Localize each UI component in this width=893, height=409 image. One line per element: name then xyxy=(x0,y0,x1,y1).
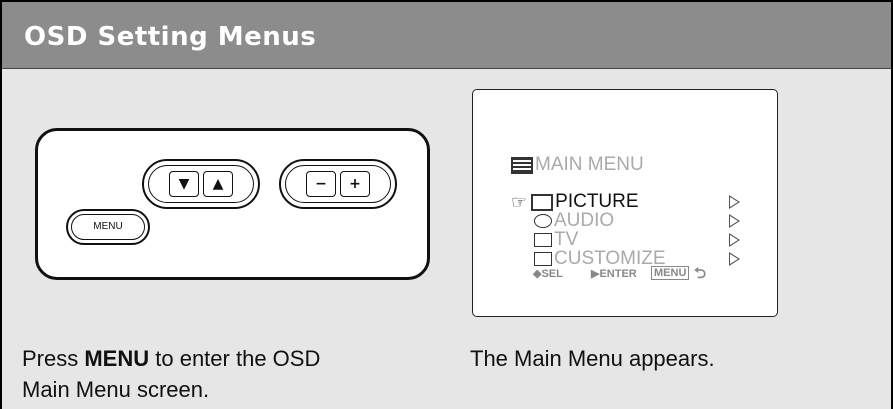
down-button[interactable]: ▼ xyxy=(169,171,199,197)
left-caption: Press MENU to enter the OSD Main Menu sc… xyxy=(22,343,320,405)
up-button[interactable]: ▲ xyxy=(203,171,233,197)
customize-submenu-arrow-icon xyxy=(729,252,740,266)
right-caption: The Main Menu appears. xyxy=(470,343,715,374)
plus-icon: + xyxy=(349,176,361,192)
audio-icon xyxy=(534,214,552,228)
osd-screen: MAIN MENU ☞ PICTURE AUDIO TV CUSTOMIZE ◆… xyxy=(472,89,778,317)
main-menu-icon xyxy=(511,156,533,174)
footer-enter-hint: ▶ENTER xyxy=(591,268,637,280)
audio-submenu-arrow-icon xyxy=(729,214,740,228)
picture-submenu-arrow-icon xyxy=(729,195,740,209)
tv-submenu-arrow-icon xyxy=(729,233,740,247)
back-arrow-icon: ⮌ xyxy=(694,264,707,282)
volume-button-group: − + xyxy=(279,159,397,209)
footer-sel-hint: ◆SEL xyxy=(533,268,563,280)
footer-menu-hint: MENU xyxy=(651,266,690,280)
pointer-hand-icon: ☞ xyxy=(511,191,528,213)
down-arrow-icon: ▼ xyxy=(178,176,190,192)
menu-button[interactable]: MENU xyxy=(66,209,150,245)
caption-text: to enter the OSD xyxy=(149,346,321,371)
caption-bold-menu: MENU xyxy=(84,346,150,371)
customize-icon xyxy=(534,252,552,266)
osd-title-row: MAIN MENU xyxy=(511,154,644,176)
minus-icon: − xyxy=(315,176,327,192)
plus-button[interactable]: + xyxy=(340,171,370,197)
page-frame: OSD Setting Menus ▼ ▲ − + MENU MAIN MENU… xyxy=(0,0,893,409)
menu-button-label: MENU xyxy=(93,221,123,232)
section-title: OSD Setting Menus xyxy=(24,22,317,52)
caption-text: The Main Menu appears. xyxy=(470,346,715,371)
minus-button[interactable]: − xyxy=(306,171,336,197)
channel-button-group: ▼ ▲ xyxy=(142,159,260,209)
caption-text: Press xyxy=(22,346,85,371)
tv-icon xyxy=(534,233,552,247)
picture-icon xyxy=(531,193,554,211)
osd-title: MAIN MENU xyxy=(535,154,644,175)
section-header: OSD Setting Menus xyxy=(2,2,891,69)
caption-text: Main Menu screen. xyxy=(22,377,210,402)
up-arrow-icon: ▲ xyxy=(212,176,224,192)
remote-control-panel: ▼ ▲ − + MENU xyxy=(35,128,430,280)
